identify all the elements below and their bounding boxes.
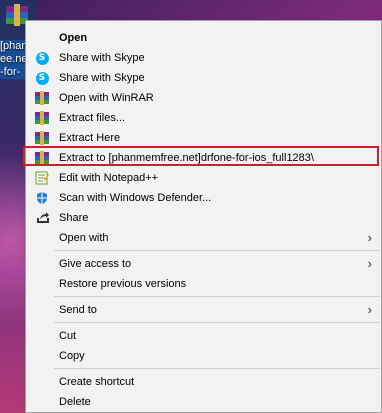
menu-item-send-to[interactable]: Send to › — [26, 300, 381, 320]
skype-icon: S — [34, 50, 50, 66]
menu-item-label: Extract Here — [59, 132, 121, 144]
menu-item-copy[interactable]: Copy — [26, 346, 381, 366]
menu-separator — [54, 322, 380, 323]
menu-item-label: Create shortcut — [59, 376, 135, 388]
menu-separator — [54, 368, 380, 369]
skype-icon: S — [34, 70, 50, 86]
menu-separator — [54, 250, 380, 251]
menu-item-label: Extract files... — [59, 112, 126, 124]
menu-separator — [54, 296, 380, 297]
menu-item-open-with[interactable]: Open with › — [26, 228, 381, 248]
context-menu: Open S Share with Skype S Share with Sky… — [23, 20, 382, 413]
menu-item-label: Share — [59, 212, 89, 224]
menu-item-delete[interactable]: Delete — [26, 392, 381, 412]
menu-item-label: Delete — [59, 396, 91, 408]
menu-item-label: Send to — [59, 304, 97, 316]
menu-item-scan-with-windows-defender[interactable]: Scan with Windows Defender... — [26, 188, 381, 208]
menu-item-label: Restore previous versions — [59, 278, 187, 290]
menu-item-extract-here[interactable]: Extract Here — [26, 128, 381, 148]
winrar-icon — [34, 90, 50, 106]
menu-item-label: Give access to — [59, 258, 132, 270]
windows-defender-icon — [34, 190, 50, 206]
menu-item-create-shortcut[interactable]: Create shortcut — [26, 372, 381, 392]
menu-item-label: Cut — [59, 330, 77, 342]
winrar-icon — [34, 130, 50, 146]
menu-item-share-with-skype-2[interactable]: S Share with Skype — [26, 68, 381, 88]
highlight-box — [23, 146, 379, 166]
notepad-plus-plus-icon — [34, 170, 50, 186]
menu-item-label: Copy — [59, 350, 85, 362]
menu-item-give-access-to[interactable]: Give access to › — [26, 254, 381, 274]
menu-item-label: Share with Skype — [59, 52, 145, 64]
menu-item-label: Open — [59, 32, 88, 44]
menu-item-edit-with-notepad-plus-plus[interactable]: Edit with Notepad++ — [26, 168, 381, 188]
menu-item-cut[interactable]: Cut — [26, 326, 381, 346]
menu-item-label: Share with Skype — [59, 72, 145, 84]
chevron-right-icon: › — [367, 256, 372, 271]
menu-item-label: Open with WinRAR — [59, 92, 154, 104]
chevron-right-icon: › — [367, 230, 372, 245]
menu-item-label: Scan with Windows Defender... — [59, 192, 212, 204]
menu-item-label: Edit with Notepad++ — [59, 172, 159, 184]
menu-item-restore-previous-versions[interactable]: Restore previous versions — [26, 274, 381, 294]
menu-item-open-with-winrar[interactable]: Open with WinRAR — [26, 88, 381, 108]
chevron-right-icon: › — [367, 302, 372, 317]
menu-item-share-with-skype[interactable]: S Share with Skype — [26, 48, 381, 68]
winrar-icon — [34, 110, 50, 126]
share-icon — [34, 210, 50, 226]
menu-item-label: Open with — [59, 232, 109, 244]
menu-item-share[interactable]: Share — [26, 208, 381, 228]
menu-item-open[interactable]: Open — [26, 28, 381, 48]
menu-item-extract-files[interactable]: Extract files... — [26, 108, 381, 128]
